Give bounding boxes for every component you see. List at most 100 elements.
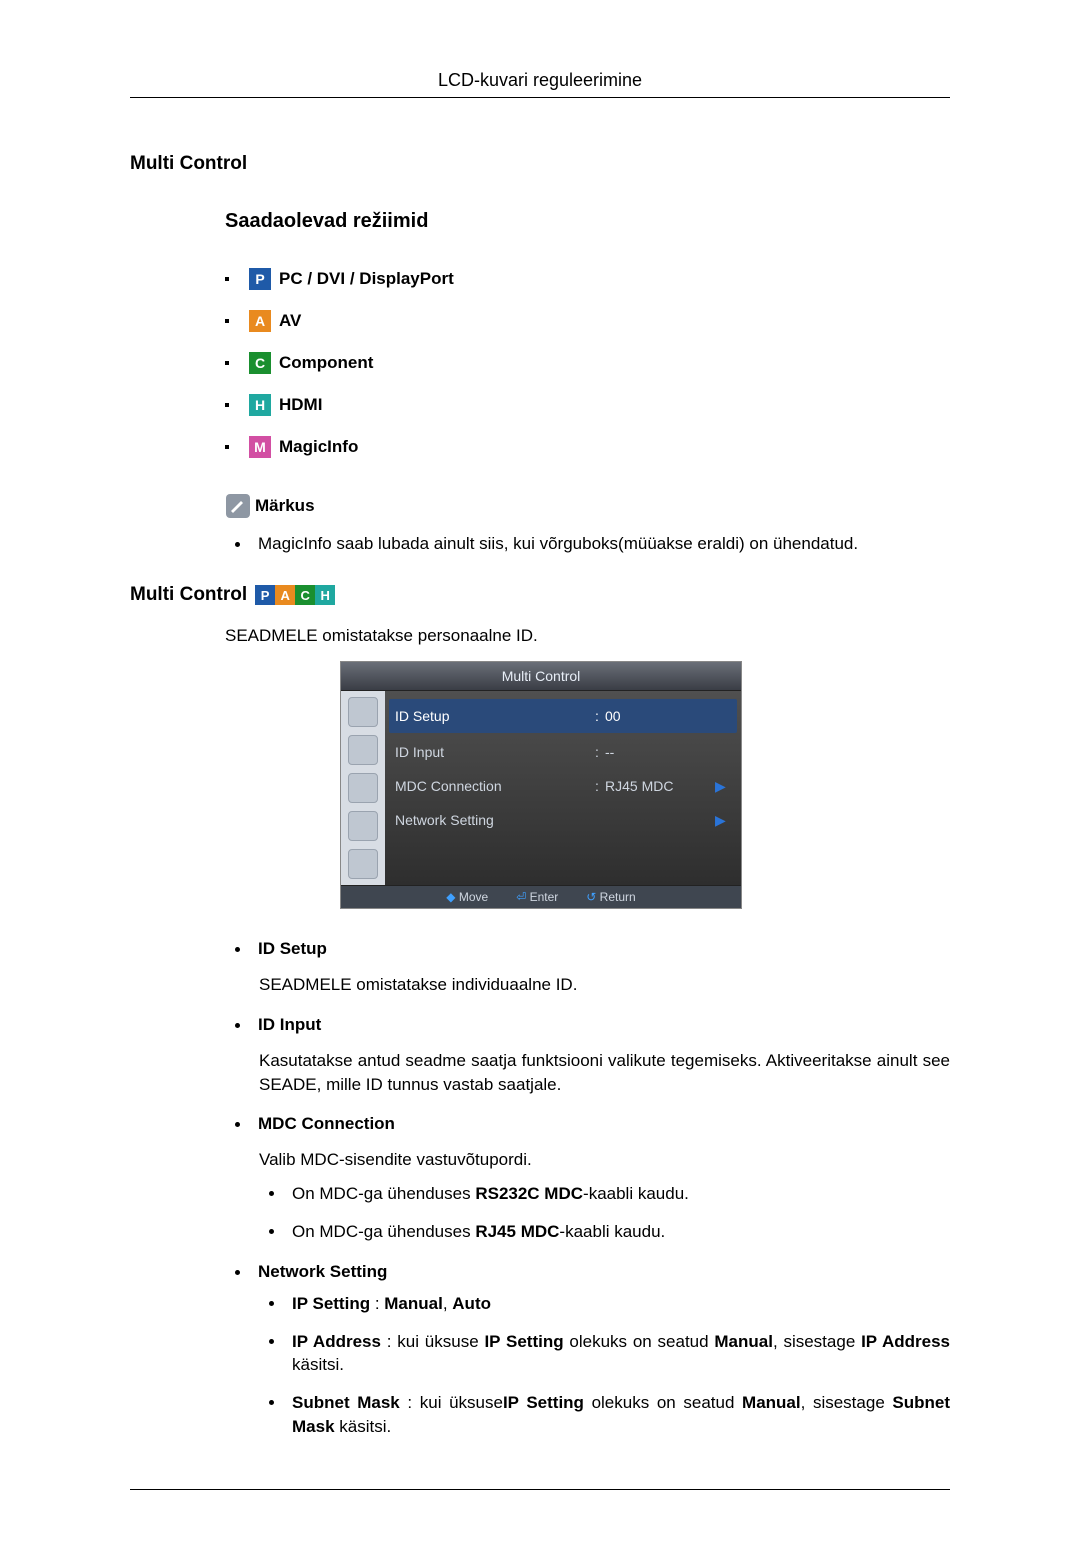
- osd-sidebar: [341, 691, 385, 885]
- def-body: Valib MDC-sisendite vastuvõtupordi.: [259, 1148, 950, 1172]
- def-mdc-connection: MDC Connection Valib MDC-sisendite vastu…: [225, 1114, 950, 1243]
- osd-row-label: ID Setup: [395, 708, 589, 724]
- mode-item-hdmi: H HDMI: [225, 384, 950, 426]
- txt: -kaabli kaudu.: [559, 1222, 665, 1241]
- mode-c-icon: C: [249, 352, 271, 374]
- bullet-icon: [225, 361, 229, 365]
- txt: , sisestage: [773, 1332, 861, 1351]
- txt-bold: IP Address: [861, 1332, 950, 1351]
- chevron-right-icon: ▶: [715, 778, 731, 795]
- osd-colon: :: [589, 708, 605, 724]
- osd-side-icon: [348, 697, 378, 727]
- txt: :: [370, 1294, 384, 1313]
- mode-badge-row: P A C H: [255, 585, 335, 605]
- osd-row-label: MDC Connection: [395, 778, 589, 794]
- txt: : kui üksuse: [381, 1332, 485, 1351]
- sub-item: On MDC-ga ühenduses RS232C MDC-kaabli ka…: [259, 1182, 950, 1206]
- txt: ,: [443, 1294, 452, 1313]
- mode-label: PC / DVI / DisplayPort: [279, 269, 454, 289]
- osd-row-value: 00: [605, 708, 715, 724]
- bullet-icon: [235, 1270, 240, 1275]
- definition-list: ID Setup SEADMELE omistatakse individuaa…: [225, 939, 950, 1439]
- mode-item-component: C Component: [225, 342, 950, 384]
- txt-bold: RJ45 MDC: [475, 1222, 559, 1241]
- txt-bold: Auto: [452, 1294, 491, 1313]
- txt-bold: IP Setting: [503, 1393, 584, 1412]
- section-title-multi-control: Multi Control: [130, 153, 950, 175]
- osd-colon: :: [589, 744, 605, 760]
- bullet-icon: [225, 319, 229, 323]
- mode-c-icon: C: [295, 585, 315, 605]
- osd-foot-move: ◆ Move: [446, 890, 488, 904]
- txt: käsitsi.: [292, 1355, 344, 1374]
- mode-a-icon: A: [249, 310, 271, 332]
- osd-row-label: ID Input: [395, 744, 589, 760]
- note-body: MagicInfo saab lubada ainult siis, kui v…: [225, 534, 950, 554]
- txt-bold: Manual: [384, 1294, 443, 1313]
- txt: olekuks on seatud: [584, 1393, 742, 1412]
- mode-item-magicinfo: M MagicInfo: [225, 426, 950, 468]
- osd-row-label: Network Setting: [395, 812, 589, 828]
- txt: käsitsi.: [335, 1417, 392, 1436]
- bullet-icon: [269, 1339, 274, 1344]
- bullet-icon: [269, 1191, 274, 1196]
- page-header: LCD-kuvari reguleerimine: [130, 70, 950, 98]
- mode-p-icon: P: [255, 585, 275, 605]
- osd-screenshot: Multi Control ID Setup : 00: [340, 661, 740, 909]
- footer-rule: [130, 1489, 950, 1490]
- sub-item-ip-address: IP Address : kui üksuse IP Setting oleku…: [259, 1330, 950, 1378]
- def-title: ID Setup: [258, 939, 327, 959]
- mode-h-icon: H: [249, 394, 271, 416]
- mode-label: Component: [279, 353, 373, 373]
- note-text: MagicInfo saab lubada ainult siis, kui v…: [258, 534, 858, 554]
- osd-title: Multi Control: [341, 662, 741, 691]
- osd-foot-return: ↺ Return: [586, 890, 635, 904]
- osd-side-icon: [348, 735, 378, 765]
- txt-bold: Subnet Mask: [292, 1393, 400, 1412]
- txt-bold: IP Setting: [484, 1332, 563, 1351]
- txt: On MDC-ga ühenduses: [292, 1222, 475, 1241]
- bullet-icon: [225, 445, 229, 449]
- mode-a-icon: A: [275, 585, 295, 605]
- note-label: Märkus: [255, 496, 315, 516]
- osd-row-value: RJ45 MDC: [605, 778, 715, 794]
- def-body: Kasutatakse antud seadme saatja funktsio…: [259, 1049, 950, 1097]
- txt: On MDC-ga ühenduses: [292, 1184, 475, 1203]
- def-body: SEADMELE omistatakse individuaalne ID.: [259, 973, 950, 997]
- bullet-icon: [225, 403, 229, 407]
- osd-colon: :: [589, 778, 605, 794]
- osd-row-value: --: [605, 744, 715, 760]
- osd-row-id-input: ID Input : --: [395, 735, 731, 769]
- txt-bold: IP Setting: [292, 1294, 370, 1313]
- txt-bold: RS232C MDC: [475, 1184, 583, 1203]
- def-title: MDC Connection: [258, 1114, 395, 1134]
- def-title: Network Setting: [258, 1262, 387, 1282]
- bullet-icon: [235, 1122, 240, 1127]
- section-title-multi-control-2: Multi Control P A C H: [130, 584, 950, 606]
- osd-side-icon: [348, 849, 378, 879]
- txt: : kui üksuse: [400, 1393, 503, 1412]
- osd-row-id-setup: ID Setup : 00: [389, 699, 737, 733]
- sub-item-ip-setting: IP Setting : Manual, Auto: [259, 1292, 950, 1316]
- mode-m-icon: M: [249, 436, 271, 458]
- bullet-icon: [269, 1301, 274, 1306]
- txt: olekuks on seatud: [564, 1332, 715, 1351]
- bullet-icon: [269, 1229, 274, 1234]
- chevron-right-icon: ▶: [715, 812, 731, 829]
- mode-label: MagicInfo: [279, 437, 358, 457]
- txt: -kaabli kaudu.: [583, 1184, 689, 1203]
- osd-side-icon: [348, 773, 378, 803]
- osd-foot-enter: ⏎ Enter: [516, 890, 558, 904]
- txt-bold: IP Address: [292, 1332, 381, 1351]
- mode-p-icon: P: [249, 268, 271, 290]
- osd-side-icon: [348, 811, 378, 841]
- mode-label: HDMI: [279, 395, 322, 415]
- mode-item-pc: P PC / DVI / DisplayPort: [225, 258, 950, 300]
- txt-bold: Manual: [742, 1393, 801, 1412]
- osd-footer: ◆ Move ⏎ Enter ↺ Return: [341, 885, 741, 908]
- txt: , sisestage: [801, 1393, 893, 1412]
- mode-item-av: A AV: [225, 300, 950, 342]
- pencil-icon: [225, 493, 251, 519]
- bullet-icon: [269, 1400, 274, 1405]
- mode-label: AV: [279, 311, 301, 331]
